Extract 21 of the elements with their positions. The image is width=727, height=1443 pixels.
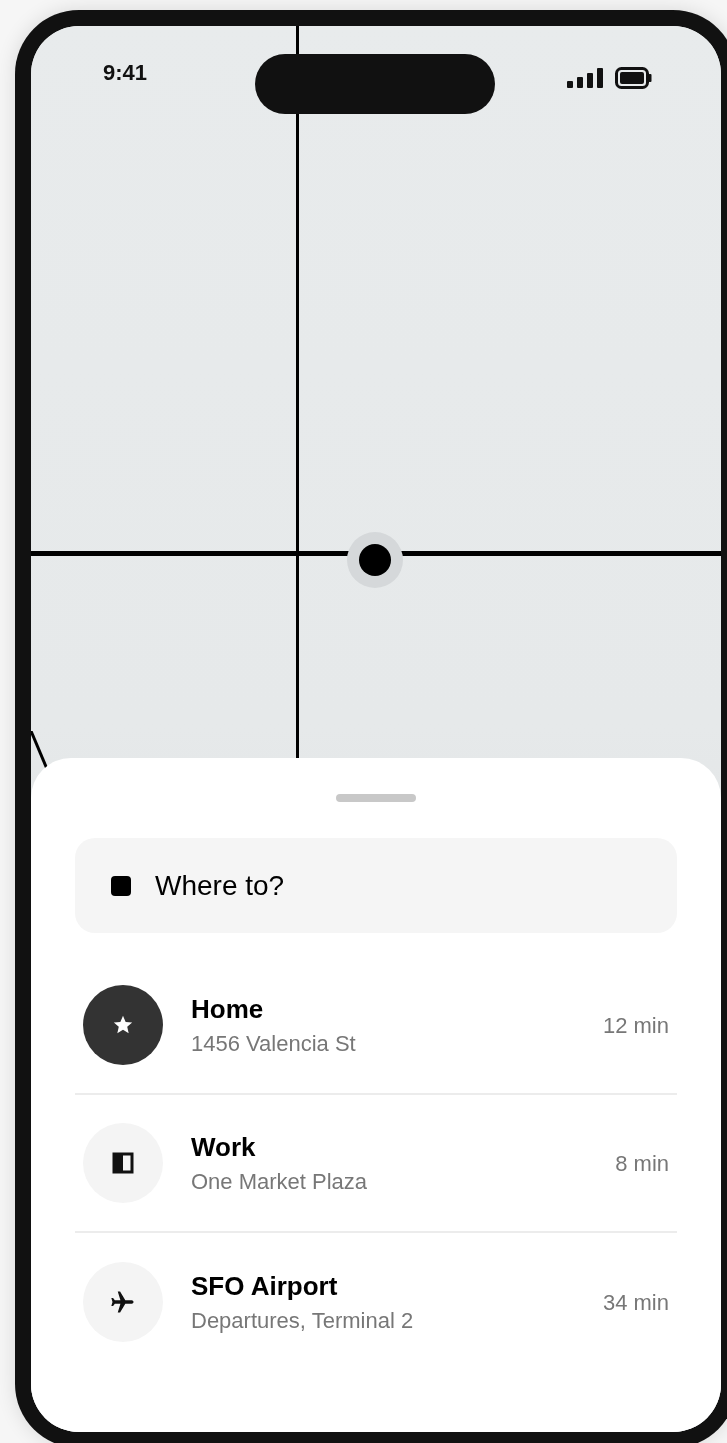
half-square-icon <box>112 1152 134 1174</box>
status-time: 9:41 <box>103 62 148 84</box>
place-address: One Market Plaza <box>191 1167 369 1195</box>
place-address: Departures, Terminal 2 <box>191 1306 415 1334</box>
place-title: Work <box>191 1131 257 1164</box>
destination-row[interactable]: Home 1456 Valencia St 12 min <box>75 957 677 1095</box>
square-icon <box>111 876 131 896</box>
place-title: SFO Airport <box>191 1270 339 1303</box>
star-icon <box>112 1014 134 1036</box>
travel-time: 12 min <box>602 1011 669 1040</box>
battery-icon <box>615 67 652 89</box>
destination-row[interactable]: SFO Airport Departures, Terminal 2 34 min <box>75 1233 677 1371</box>
location-marker-icon <box>347 532 403 588</box>
drag-handle[interactable] <box>336 794 416 802</box>
search-field[interactable]: Where to? <box>75 838 677 933</box>
travel-time: 8 min <box>615 1149 669 1178</box>
place-address: 1456 Valencia St <box>191 1029 357 1057</box>
destination-row[interactable]: Work One Market Plaza 8 min <box>75 1095 677 1233</box>
signal-icon <box>567 68 604 88</box>
place-title: Home <box>191 993 265 1026</box>
travel-time: 34 min <box>602 1288 669 1317</box>
